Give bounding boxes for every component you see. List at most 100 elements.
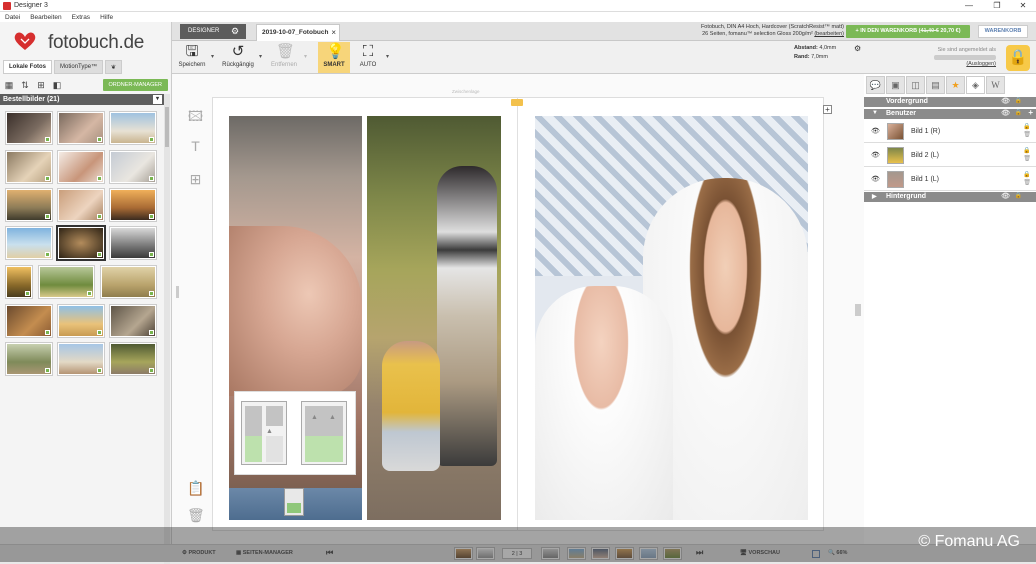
spacing-gear-icon[interactable]: ⚙ — [854, 44, 861, 53]
menu-bearbeiten[interactable]: Bearbeiten — [30, 14, 61, 21]
paste-icon[interactable]: 📋 — [187, 480, 204, 496]
lock-trash-icons[interactable]: 🔒 🗑 — [1023, 123, 1031, 139]
tab-layers[interactable]: ◈ — [966, 76, 985, 94]
tab-lokale-fotos[interactable]: Lokale Fotos — [3, 60, 53, 74]
layer-group-benutzer[interactable]: ▼ Benutzer 👁 🔒 + — [864, 108, 1036, 119]
add-layout-icon[interactable]: ⊞ — [187, 171, 204, 187]
menu-extras[interactable]: Extras — [72, 14, 90, 21]
layer-item[interactable]: 👁 Bild 1 (L) 🔒 🗑 — [864, 168, 1036, 191]
photo-thumbnail[interactable] — [58, 305, 104, 337]
add-layer-icon[interactable]: + — [1028, 108, 1033, 117]
tab-backgrounds[interactable]: ▣ — [886, 76, 905, 94]
maximize-button[interactable]: ❐ — [988, 1, 1006, 10]
smart-button[interactable]: 💡 SMART — [318, 42, 350, 73]
eye-icon[interactable]: 👁 — [871, 175, 880, 183]
tab-favorites[interactable]: ★ — [946, 76, 965, 94]
undo-button[interactable]: ↺ Rückgängig — [220, 42, 256, 73]
add-page-button[interactable]: + — [823, 105, 832, 114]
lock-trash-icons[interactable]: 🔒 🗑 — [1023, 171, 1031, 187]
layer-group-hintergrund[interactable]: ▶ Hintergrund 👁 🔒 — [864, 192, 1036, 202]
layout-option[interactable]: ▲ — [241, 401, 287, 465]
library-scrollbar[interactable] — [164, 94, 170, 564]
photo-thumbnail[interactable] — [110, 227, 156, 259]
photo-thumbnail[interactable] — [6, 343, 52, 375]
layer-item[interactable]: 👁 Bild 2 (L) 🔒 🗑 — [864, 144, 1036, 167]
photo-thumbnail[interactable] — [58, 112, 104, 144]
thumb-size-icon[interactable]: ⊞ — [35, 80, 47, 90]
designer-tab[interactable]: DESIGNER ⚙ — [180, 24, 246, 39]
scrollbar-thumb[interactable] — [165, 107, 169, 147]
padlock-icon[interactable]: 🔒 — [1006, 45, 1030, 71]
chevron-right-icon[interactable]: ▶ — [872, 193, 877, 200]
chevron-down-icon[interactable]: ▼ — [872, 110, 878, 116]
close-window-button[interactable]: ✕ — [1014, 1, 1032, 10]
photo-thumbnail[interactable] — [6, 227, 52, 259]
filter-icon[interactable]: ◧ — [51, 80, 63, 90]
photo-frame-bild1-r[interactable] — [535, 116, 808, 520]
minimize-button[interactable]: — — [960, 1, 978, 10]
tab-cliparts[interactable]: ❦ — [105, 60, 123, 74]
ordner-manager-button[interactable]: ORDNER-MANAGER — [102, 78, 168, 91]
tab-page-layouts[interactable]: ◫ — [906, 76, 925, 94]
menu-datei[interactable]: Datei — [5, 14, 20, 21]
add-image-icon[interactable]: 🖾 — [187, 108, 204, 124]
remove-button[interactable]: 🗑 Entfernen — [268, 42, 300, 73]
grid-view-icon[interactable]: ▦ — [3, 80, 15, 90]
tab-comments[interactable]: 💬 — [866, 76, 885, 94]
photo-thumbnail[interactable] — [6, 189, 52, 221]
tab-layouts[interactable]: ▤ — [926, 76, 945, 94]
delete-page-icon[interactable]: 🗑 — [187, 507, 205, 523]
eye-icon[interactable]: 👁 — [1001, 192, 1010, 200]
photo-thumbnail[interactable] — [101, 266, 156, 298]
layout-option[interactable]: ▲ ▲ — [301, 401, 347, 465]
photo-thumbnail[interactable] — [110, 112, 156, 144]
photo-thumbnail[interactable] — [6, 266, 32, 298]
chevron-down-icon[interactable]: ▾ — [153, 95, 162, 104]
gear-icon[interactable]: ⚙ — [231, 26, 241, 36]
photo-thumbnail[interactable] — [6, 305, 52, 337]
spacing-settings[interactable]: Abstand: 4,0mm Rand: 7,0mm — [794, 44, 854, 62]
remove-dropdown-arrow[interactable]: ▾ — [304, 53, 307, 60]
photo-frame-bild2-l[interactable] — [367, 116, 501, 520]
lock-trash-icons[interactable]: 🔒 🗑 — [1023, 147, 1031, 163]
photo-thumbnail[interactable] — [6, 151, 52, 183]
photo-thumbnail[interactable] — [58, 151, 104, 183]
layer-item[interactable]: 👁 Bild 1 (R) 🔒 🗑 — [864, 120, 1036, 143]
photo-thumbnail-selected[interactable] — [58, 227, 104, 259]
save-button[interactable]: 🖫 Speichern — [176, 42, 208, 73]
lock-icon[interactable]: 🔒 — [1015, 192, 1022, 199]
layer-group-vordergrund[interactable]: Vordergrund 👁 🔒 — [864, 97, 1036, 107]
photo-thumbnail[interactable] — [110, 305, 156, 337]
photo-thumbnail[interactable] — [58, 343, 104, 375]
mini-layout-preview[interactable] — [284, 488, 304, 516]
photo-thumbnail[interactable] — [110, 343, 156, 375]
photo-thumbnail[interactable] — [6, 112, 52, 144]
eye-icon[interactable]: 👁 — [871, 151, 880, 159]
photo-thumbnail[interactable] — [110, 189, 156, 221]
add-text-icon[interactable]: T — [187, 138, 204, 154]
eye-icon[interactable]: 👁 — [871, 127, 880, 135]
add-to-cart-button[interactable]: + IN DEN WARENKORB (41,40 € 20,70 €) — [846, 25, 970, 38]
document-tab[interactable]: 2019-10-07_Fotobuch × — [256, 24, 340, 41]
close-icon[interactable]: × — [331, 28, 336, 37]
right-panel-resize-grip[interactable] — [855, 304, 861, 316]
editor-canvas[interactable]: 🖾 T ⊞ 📋 🗑 Zwischenlage + ▲ ▲ ▲ — [172, 74, 864, 544]
eye-icon[interactable]: 👁 — [1001, 109, 1010, 117]
photo-thumbnail[interactable] — [39, 266, 94, 298]
photo-thumbnail[interactable] — [110, 151, 156, 183]
logout-link[interactable]: (Ausloggen) — [966, 61, 996, 67]
undo-dropdown-arrow[interactable]: ▾ — [259, 53, 262, 60]
left-panel-resize-grip[interactable] — [176, 286, 179, 298]
menu-hilfe[interactable]: Hilfe — [100, 14, 113, 21]
sort-icon[interactable]: ⇅ — [19, 80, 31, 90]
lock-icon[interactable]: 🔒 — [1015, 97, 1022, 104]
save-dropdown-arrow[interactable]: ▾ — [211, 53, 214, 60]
auto-button[interactable]: ⛶ AUTO — [352, 42, 384, 73]
lock-icon[interactable]: 🔒 — [1015, 109, 1022, 116]
warenkorb-button[interactable]: WARENKORB — [978, 25, 1028, 38]
product-edit-link[interactable]: (bearbeiten) — [814, 31, 844, 37]
spine-handle[interactable] — [511, 99, 523, 106]
eye-icon[interactable]: 👁 — [1001, 97, 1010, 105]
tab-wikipedia[interactable]: W — [986, 76, 1005, 94]
bestellbilder-header[interactable]: Bestellbilder (21) ▾ — [0, 94, 164, 105]
